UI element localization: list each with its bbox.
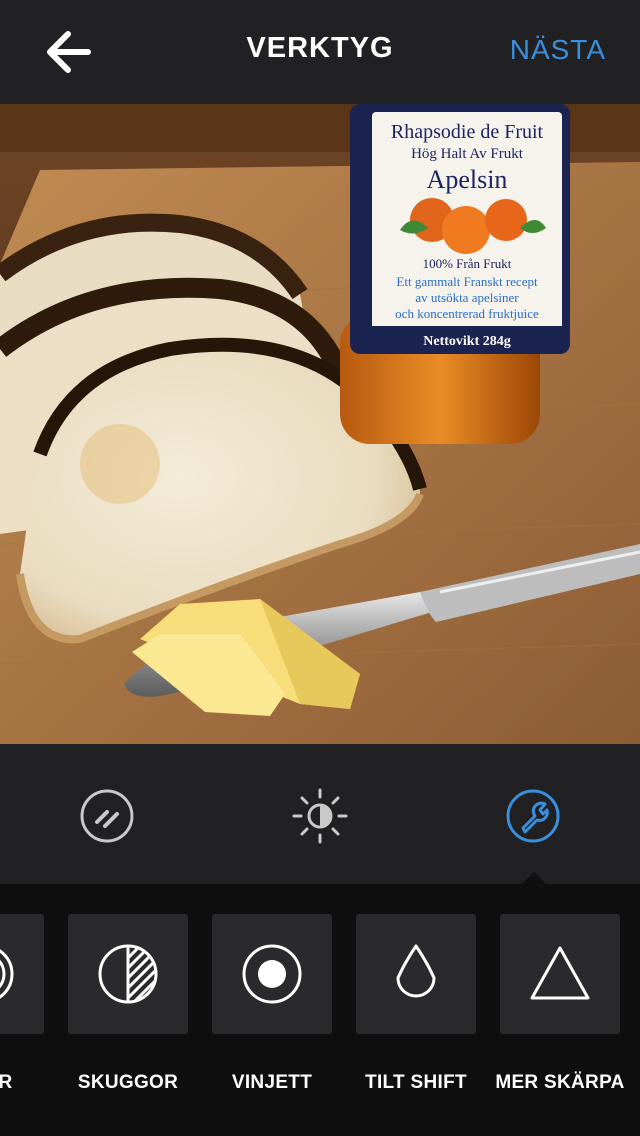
jar-fruit-text: 100% Från Frukt <box>423 256 512 271</box>
brightness-icon <box>292 788 348 844</box>
jar-weight: Nettovikt 284g <box>423 334 511 349</box>
tool-highlights[interactable]: GRAR <box>0 914 44 1093</box>
tool-tilt-shift[interactable]: TILT SHIFT <box>356 914 476 1093</box>
triangle-icon <box>530 946 590 1000</box>
tool-sharpen[interactable]: MER SKÄRPA <box>495 914 624 1093</box>
tool-vignette[interactable]: VINJETT <box>212 914 332 1093</box>
mode-lux-button[interactable] <box>77 786 137 846</box>
mode-tools-button[interactable] <box>503 786 563 846</box>
mode-bar <box>0 744 640 884</box>
highlights-icon <box>0 949 14 999</box>
active-mode-pointer <box>522 872 546 884</box>
drop-icon <box>396 944 436 998</box>
mode-adjust-button[interactable] <box>290 786 350 846</box>
jar-brand: Rhapsodie de Fruit <box>391 121 544 143</box>
top-bar: VERKTYG NÄSTA <box>0 0 640 104</box>
jar-desc1: Ett gammalt Franskt recept <box>396 274 538 289</box>
tool-strip[interactable]: GRAR SKUGGOR <box>0 884 640 1136</box>
wrench-icon <box>506 789 560 843</box>
jar-flavor: Apelsin <box>427 165 508 194</box>
shadows-icon <box>98 944 158 1004</box>
photo-preview[interactable]: Rhapsodie de Fruit Hög Halt Av Frukt Ape… <box>0 104 640 744</box>
tool-shadows[interactable]: SKUGGOR <box>68 914 188 1093</box>
photo-image: Rhapsodie de Fruit Hög Halt Av Frukt Ape… <box>0 104 640 744</box>
jar-line1: Hög Halt Av Frukt <box>411 146 524 162</box>
jar-desc3: och koncentrerad fruktjuice <box>395 306 539 321</box>
jar-desc2: av utsökta apelsiner <box>415 290 519 305</box>
lux-icon <box>80 789 134 843</box>
tool-label: MER SKÄRPA <box>495 1072 625 1093</box>
next-button[interactable]: NÄSTA <box>510 34 606 66</box>
vignette-icon <box>242 944 302 1004</box>
